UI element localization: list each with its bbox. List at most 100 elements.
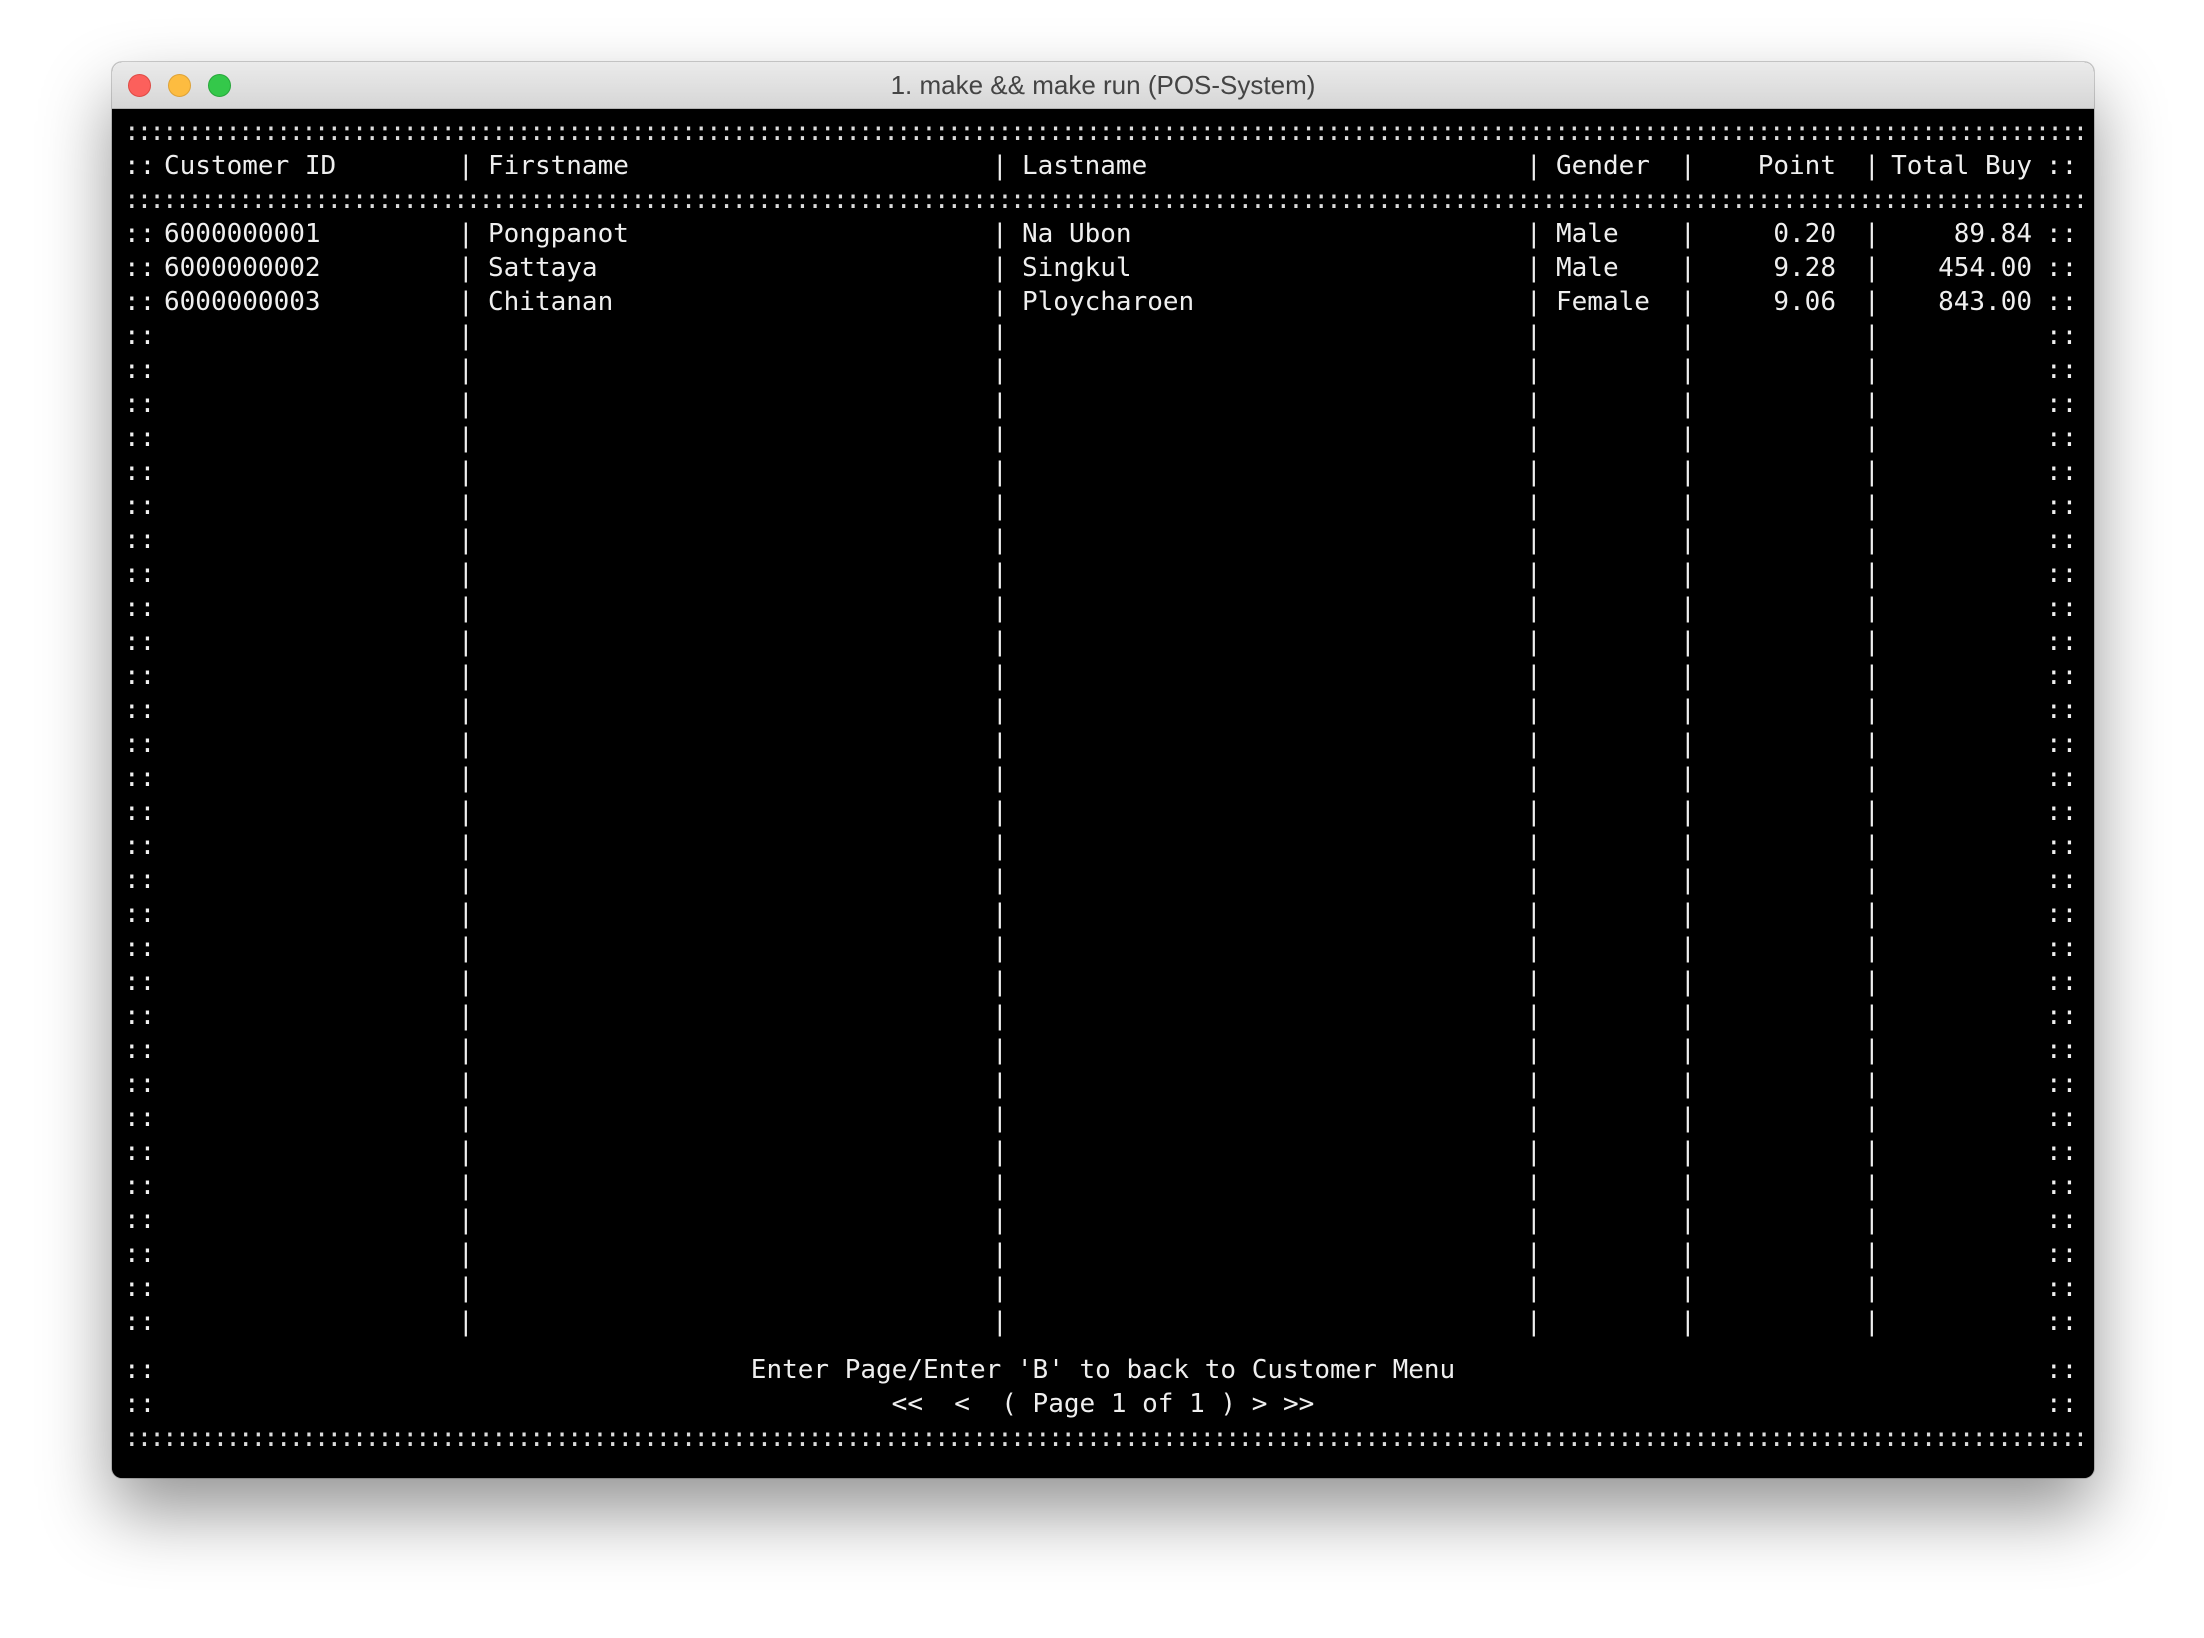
border-left: ::: [124, 1035, 156, 1065]
separator: |: [458, 355, 474, 385]
border-left: ::: [124, 797, 156, 827]
separator: |: [1864, 1137, 1880, 1167]
separator: |: [992, 423, 1008, 453]
separator: |: [458, 831, 474, 861]
border-left: ::: [124, 1273, 156, 1303]
separator: |: [992, 1171, 1008, 1201]
separator: |: [1864, 1307, 1880, 1337]
separator: |: [1526, 627, 1542, 657]
separator: |: [1526, 525, 1542, 555]
separator: |: [1864, 355, 1880, 385]
separator: |: [1680, 1205, 1696, 1235]
separator: |: [1680, 151, 1696, 181]
border-right: ::: [2046, 253, 2078, 283]
separator: |: [1526, 729, 1542, 759]
border-left: ::: [124, 1307, 156, 1337]
separator: |: [458, 559, 474, 589]
separator: |: [1864, 967, 1880, 997]
border-right: ::: [2046, 695, 2078, 725]
separator: |: [458, 967, 474, 997]
border-left: ::: [124, 491, 156, 521]
separator: |: [1864, 1205, 1880, 1235]
border-right: ::: [2046, 729, 2078, 759]
separator: |: [458, 1273, 474, 1303]
border-left: ::: [124, 865, 156, 895]
separator: |: [1680, 899, 1696, 929]
border-left: ::: [124, 967, 156, 997]
separator: |: [992, 321, 1008, 351]
separator: |: [458, 491, 474, 521]
separator: |: [1864, 389, 1880, 419]
border-left: ::: [124, 695, 156, 725]
separator: |: [1526, 1069, 1542, 1099]
separator: |: [992, 1205, 1008, 1235]
separator: |: [1864, 253, 1880, 283]
table-row: :: | | | | |::: [112, 931, 2094, 965]
table-row: :: | | | | |::: [112, 489, 2094, 523]
separator: |: [458, 729, 474, 759]
separator: |: [458, 1035, 474, 1065]
table-row: :: | | | | |::: [112, 829, 2094, 863]
separator: |: [992, 151, 1008, 181]
border-right: ::: [2046, 899, 2078, 929]
border-right: ::: [2046, 797, 2078, 827]
separator: |: [1680, 797, 1696, 827]
separator: |: [458, 593, 474, 623]
table-row: :: | | | | |::: [112, 591, 2094, 625]
table-top-rule: ::::::::::::::::::::::::::::::::::::::::…: [124, 117, 2082, 147]
separator: |: [1864, 151, 1880, 181]
border-left: ::: [124, 1205, 156, 1235]
separator: |: [992, 627, 1008, 657]
separator: |: [1526, 1103, 1542, 1133]
separator: |: [1864, 1103, 1880, 1133]
border-left: ::: [124, 1001, 156, 1031]
instruction-text: Enter Page/Enter 'B' to back to Customer…: [750, 1355, 1456, 1385]
cell-total-buy: 843.00: [1938, 287, 2032, 317]
border-right: ::: [2046, 1355, 2078, 1385]
separator: |: [1680, 695, 1696, 725]
border-right: ::: [2046, 1001, 2078, 1031]
border-right: ::: [2046, 593, 2078, 623]
separator: |: [1526, 389, 1542, 419]
border-right: ::: [2046, 1137, 2078, 1167]
separator: |: [992, 1035, 1008, 1065]
table-row: :: | | | | |::: [112, 1135, 2094, 1169]
border-left: ::: [124, 1137, 156, 1167]
separator: |: [1680, 457, 1696, 487]
separator: |: [992, 389, 1008, 419]
separator: |: [1864, 763, 1880, 793]
separator: |: [1680, 355, 1696, 385]
border-left: ::: [124, 423, 156, 453]
table-row: :: | | | | |::: [112, 897, 2094, 931]
separator: |: [1864, 423, 1880, 453]
separator: |: [1680, 627, 1696, 657]
cell-point: 0.20: [1773, 219, 1836, 249]
separator: |: [1526, 457, 1542, 487]
separator: |: [1526, 151, 1542, 181]
separator: |: [1864, 525, 1880, 555]
separator: |: [1680, 1103, 1696, 1133]
separator: |: [1526, 1307, 1542, 1337]
separator: |: [458, 797, 474, 827]
border-left: ::: [124, 559, 156, 589]
separator: |: [458, 763, 474, 793]
table-row: :: | | | | |::: [112, 999, 2094, 1033]
separator: |: [992, 831, 1008, 861]
border-right: ::: [2046, 491, 2078, 521]
separator: |: [1526, 1205, 1542, 1235]
table-row: :: | | | | |::: [112, 455, 2094, 489]
border-left: ::: [124, 525, 156, 555]
border-right: ::: [2046, 287, 2078, 317]
table-row: :: | | | | |::: [112, 1101, 2094, 1135]
separator: |: [1864, 797, 1880, 827]
table-row: :: | | | | | 6000000001 Pongpanot Na Ubon Male 0.2…: [112, 217, 2094, 251]
separator: |: [458, 423, 474, 453]
separator: |: [1680, 1069, 1696, 1099]
separator: |: [1526, 1171, 1542, 1201]
separator: |: [1680, 423, 1696, 453]
separator: |: [458, 253, 474, 283]
terminal-content[interactable]: ::::::::::::::::::::::::::::::::::::::::…: [112, 109, 2094, 1478]
cell-point: 9.28: [1773, 253, 1836, 283]
terminal-window: 1. make && make run (POS-System) :::::::…: [112, 62, 2094, 1478]
cell-firstname: Sattaya: [488, 253, 598, 283]
